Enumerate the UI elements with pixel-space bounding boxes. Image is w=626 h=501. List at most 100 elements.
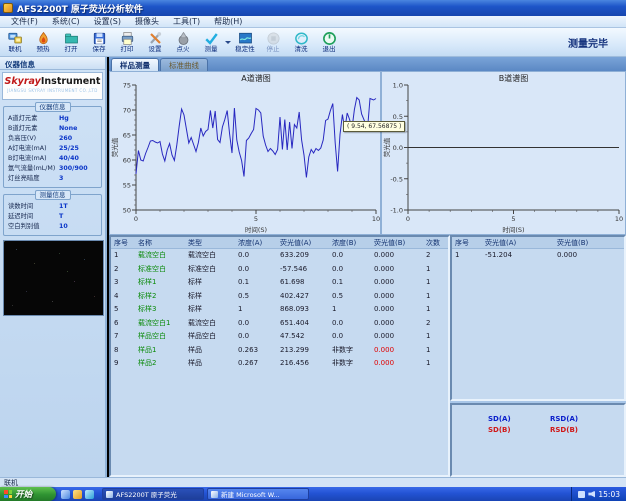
- right-panel: 序号荧光值(A)荧光值(B)1-51.2040.000 SD(A) RSD(A)…: [450, 235, 626, 477]
- svg-text:-0.5: -0.5: [390, 175, 403, 183]
- table-row[interactable]: 5标样3标样1868.09310.0001: [111, 303, 448, 317]
- table-row[interactable]: 3标样1标样0.161.6980.10.0001: [111, 276, 448, 290]
- app-icon: [3, 3, 13, 13]
- group-title: 仪器信息: [35, 102, 71, 112]
- menu-item[interactable]: 系统(C): [45, 16, 87, 28]
- table-row[interactable]: 1载流空白载流空白0.0633.2090.00.0002: [111, 249, 448, 263]
- detail-table[interactable]: 序号荧光值(A)荧光值(B)1-51.2040.000: [450, 235, 626, 401]
- sample-table[interactable]: 序号名称类型浓度(A)荧光值(A)浓度(B)荧光值(B)次数1载流空白载流空白0…: [109, 235, 450, 477]
- 预热-button[interactable]: 预热: [29, 28, 57, 56]
- camera-view: [3, 240, 104, 316]
- rsd-b-label: RSD(B): [550, 426, 612, 434]
- title-bar: AFS2200T 原子荧光分析软件: [0, 0, 626, 16]
- table-row[interactable]: 8样品1样品0.263213.299非数字0.0001: [111, 344, 448, 358]
- volume-icon[interactable]: [588, 491, 595, 498]
- 停止-button: 停止: [259, 28, 287, 56]
- svg-text:0.5: 0.5: [393, 113, 403, 121]
- svg-text:0.0: 0.0: [393, 144, 403, 152]
- 清洗-button[interactable]: 清洗: [287, 28, 315, 56]
- group-title: 测量信息: [35, 190, 71, 200]
- wash-icon: [294, 31, 309, 46]
- info-row: 延迟时间T: [4, 212, 101, 222]
- svg-text:55: 55: [123, 182, 131, 190]
- menu-item[interactable]: 设置(S): [87, 16, 128, 28]
- browser-icon[interactable]: [85, 490, 94, 499]
- 联机-button[interactable]: 联机: [1, 28, 29, 56]
- ignite-icon: [176, 31, 191, 46]
- save-icon: [92, 31, 107, 46]
- quick-launch-icon[interactable]: [73, 490, 82, 499]
- svg-text:10: 10: [372, 215, 380, 223]
- 打开-button[interactable]: 打开: [57, 28, 85, 56]
- 设置-button[interactable]: 设置: [141, 28, 169, 56]
- svg-text:时间(S): 时间(S): [245, 225, 267, 234]
- quick-launch: [56, 490, 99, 499]
- toolbar: 联机预热打开保存打印设置点火测量稳定性停止清洗退出 测量完毕: [0, 28, 626, 57]
- stats-panel: SD(A) RSD(A) SD(B) RSD(B): [450, 403, 626, 477]
- tab-标准曲线[interactable]: 标准曲线: [160, 58, 208, 71]
- taskbar: 开始 AFS2200T 原子荧光新建 Microsoft W... 15:03: [0, 487, 626, 501]
- svg-text:时间(S): 时间(S): [502, 225, 524, 234]
- chart-tooltip: ( 9.54, 67.56875 ): [343, 121, 405, 132]
- svg-text:A道谱图: A道谱图: [241, 73, 270, 83]
- preheat-icon: [36, 31, 51, 46]
- system-tray: 15:03: [571, 487, 626, 501]
- stop-icon: [266, 31, 281, 46]
- menu-item[interactable]: 帮助(H): [207, 16, 249, 28]
- task-buttons: AFS2200T 原子荧光新建 Microsoft W...: [99, 488, 309, 500]
- chart-b: B道谱图-1.0-0.50.00.51.00510时间(S)荧光值: [382, 72, 625, 234]
- sidebar-groups: 仪器信息A道灯元素HgB道灯元素None负高压(V)260A灯电流(mA)25/…: [0, 106, 105, 236]
- info-row: A灯电流(mA)25/25: [4, 144, 101, 154]
- menu-item[interactable]: 文件(F): [4, 16, 45, 28]
- task-button[interactable]: 新建 Microsoft W...: [207, 488, 309, 500]
- 点火-button[interactable]: 点火: [169, 28, 197, 56]
- info-row: 空白判别值10: [4, 222, 101, 232]
- settings-icon: [148, 31, 163, 46]
- task-app-icon: [106, 491, 113, 498]
- table-row[interactable]: 9样品2样品0.267216.456非数字0.0001: [111, 357, 448, 371]
- 打印-button[interactable]: 打印: [113, 28, 141, 56]
- svg-text:5: 5: [511, 215, 515, 223]
- svg-text:1.0: 1.0: [393, 82, 403, 90]
- info-row: B灯电流(mA)40/40: [4, 154, 101, 164]
- info-row: 读数时间1T: [4, 202, 101, 212]
- 稳定性-button[interactable]: 稳定性: [231, 28, 259, 56]
- task-button[interactable]: AFS2200T 原子荧光: [102, 488, 204, 500]
- windows-flag-icon: [4, 490, 12, 498]
- menu-item[interactable]: 工具(T): [166, 16, 207, 28]
- print-icon: [120, 31, 135, 46]
- exit-power-icon: [322, 31, 337, 46]
- detail-row[interactable]: 1-51.2040.000: [452, 249, 624, 263]
- start-button[interactable]: 开始: [0, 487, 56, 501]
- 保存-button[interactable]: 保存: [85, 28, 113, 56]
- tab-strip: 样品测量标准曲线: [109, 57, 626, 71]
- menu-item[interactable]: 摄像头: [128, 16, 166, 28]
- svg-text:B道谱图: B道谱图: [499, 73, 529, 83]
- tables-row: 序号名称类型浓度(A)荧光值(A)浓度(B)荧光值(B)次数1载流空白载流空白0…: [109, 235, 626, 477]
- chart-b-panel: B道谱图-1.0-0.50.00.51.00510时间(S)荧光值: [381, 71, 626, 235]
- svg-text:0: 0: [134, 215, 138, 223]
- tray-app-icon[interactable]: [578, 491, 585, 498]
- tab-样品测量[interactable]: 样品测量: [111, 58, 159, 71]
- measure-check-icon: [204, 31, 219, 46]
- info-row: 负高压(V)260: [4, 134, 101, 144]
- table-row[interactable]: 7样品空白样品空白0.047.5420.00.0001: [111, 330, 448, 344]
- svg-text:荧光值: 荧光值: [382, 137, 391, 157]
- 测量-button[interactable]: 测量: [197, 28, 225, 56]
- info-row: 氩气流量(mL/M)300/900: [4, 164, 101, 174]
- show-desktop-icon[interactable]: [61, 490, 70, 499]
- svg-text:60: 60: [123, 157, 131, 165]
- measure-status-text: 测量完毕: [568, 35, 626, 50]
- link-icon: [8, 31, 23, 46]
- sidebar-group: 仪器信息A道灯元素HgB道灯元素None负高压(V)260A灯电流(mA)25/…: [3, 106, 102, 188]
- rsd-a-label: RSD(A): [550, 415, 612, 423]
- table-row[interactable]: 4标样2标样0.5402.4270.50.0001: [111, 290, 448, 304]
- sample-table-header: 序号名称类型浓度(A)荧光值(A)浓度(B)荧光值(B)次数: [111, 237, 448, 249]
- svg-text:70: 70: [123, 107, 131, 115]
- app-window: AFS2200T 原子荧光分析软件 文件(F)系统(C)设置(S)摄像头工具(T…: [0, 0, 626, 501]
- table-row[interactable]: 2标准空白标准空白0.0-57.5460.00.0001: [111, 263, 448, 277]
- sidebar: 仪器信息 SkyrayInstrument JIANGSU SKYRAY INS…: [0, 57, 107, 477]
- brand-subtitle: JIANGSU SKYRAY INSTRUMENT CO.,LTD: [3, 88, 102, 93]
- table-row[interactable]: 6载流空白1载流空白0.0651.4040.00.0002: [111, 317, 448, 331]
- 退出-button[interactable]: 退出: [315, 28, 343, 56]
